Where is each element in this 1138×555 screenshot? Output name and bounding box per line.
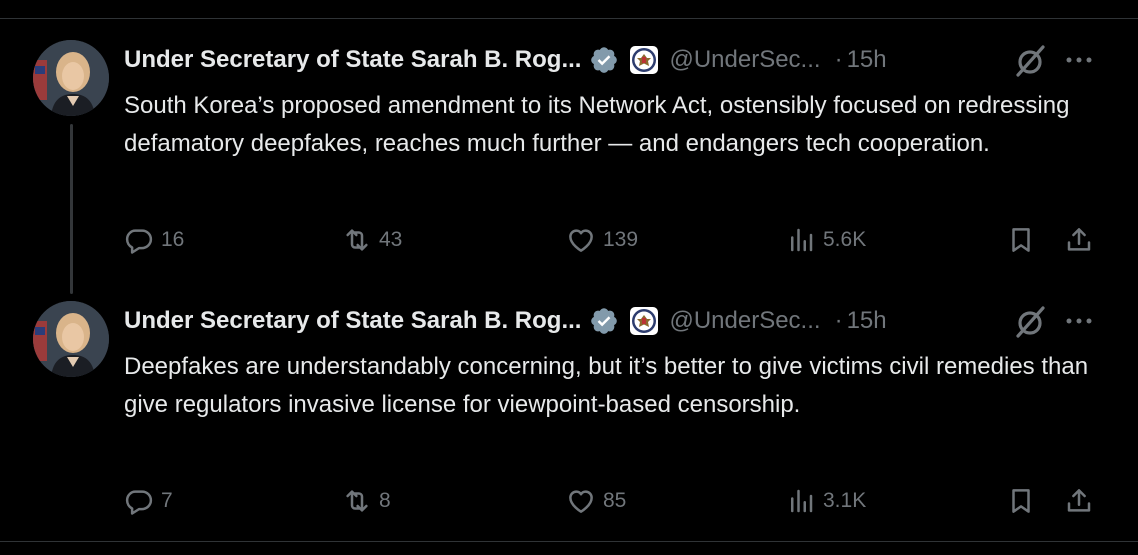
repost-button[interactable]: 43: [342, 222, 402, 258]
views-button[interactable]: 5.6K: [786, 222, 866, 258]
state-dept-seal-icon[interactable]: [629, 306, 659, 336]
views-icon: [791, 489, 813, 513]
bookmark-button[interactable]: [1006, 483, 1036, 519]
more-icon[interactable]: [1064, 311, 1094, 331]
like-icon: [569, 229, 593, 252]
repost-button[interactable]: 8: [342, 483, 391, 519]
repost-icon: [346, 490, 368, 512]
tweet-actions: 7 8 85 3.1K: [124, 483, 1099, 519]
bottom-divider: [0, 541, 1138, 542]
views-count: 3.1K: [823, 489, 867, 512]
repost-icon: [346, 229, 368, 251]
share-button[interactable]: [1064, 222, 1094, 258]
separator-dot: ·: [834, 46, 843, 73]
reply-count: 16: [161, 228, 185, 251]
repost-count: 8: [379, 489, 391, 512]
author-handle[interactable]: @UnderSec...: [669, 46, 820, 74]
author-handle[interactable]: @UnderSec...: [669, 307, 820, 335]
tweet-text: Deepfakes are understandably concerning,…: [124, 353, 1089, 418]
author-name[interactable]: Under Secretary of State Sarah B. Rog...: [124, 46, 581, 74]
avatar[interactable]: [33, 40, 109, 116]
share-button[interactable]: [1064, 483, 1094, 519]
reply-icon: [125, 229, 153, 254]
timestamp[interactable]: 15h: [847, 46, 887, 74]
like-button[interactable]: 85: [566, 483, 626, 519]
tweet-actions: 16 43 139 5.6K: [124, 222, 1099, 258]
grok-icon[interactable]: [1012, 305, 1048, 339]
avatar[interactable]: [33, 301, 109, 377]
bookmark-icon: [1012, 489, 1030, 513]
state-dept-seal-icon[interactable]: [629, 45, 659, 75]
tweet-text: South Korea’s proposed amendment to its …: [124, 92, 1070, 157]
like-count: 85: [603, 489, 627, 512]
reply-button[interactable]: 16: [124, 222, 184, 258]
thread-container: Under Secretary of State Sarah B. Rog...…: [0, 0, 1138, 555]
timestamp[interactable]: 15h: [847, 307, 887, 335]
bookmark-icon: [1012, 228, 1030, 252]
share-icon: [1067, 228, 1091, 251]
tweet-header: Under Secretary of State Sarah B. Rog...…: [124, 303, 887, 339]
views-button[interactable]: 3.1K: [786, 483, 866, 519]
author-name[interactable]: Under Secretary of State Sarah B. Rog...: [124, 307, 581, 335]
tweet-header: Under Secretary of State Sarah B. Rog...…: [124, 42, 887, 78]
top-divider: [0, 18, 1138, 19]
reply-button[interactable]: 7: [124, 483, 173, 519]
verified-badge-icon[interactable]: [589, 306, 619, 336]
grok-icon[interactable]: [1012, 44, 1048, 78]
like-icon: [569, 490, 593, 513]
views-count: 5.6K: [823, 228, 867, 251]
like-count: 139: [603, 228, 639, 251]
reply-icon: [125, 490, 153, 515]
like-button[interactable]: 139: [566, 222, 638, 258]
reply-count: 7: [161, 489, 173, 512]
more-icon[interactable]: [1064, 50, 1094, 70]
views-icon: [791, 228, 813, 252]
thread-connector-line: [70, 124, 73, 294]
separator-dot: ·: [834, 307, 843, 334]
repost-count: 43: [379, 228, 403, 251]
verified-badge-icon[interactable]: [589, 45, 619, 75]
share-icon: [1067, 489, 1091, 512]
bookmark-button[interactable]: [1006, 222, 1036, 258]
